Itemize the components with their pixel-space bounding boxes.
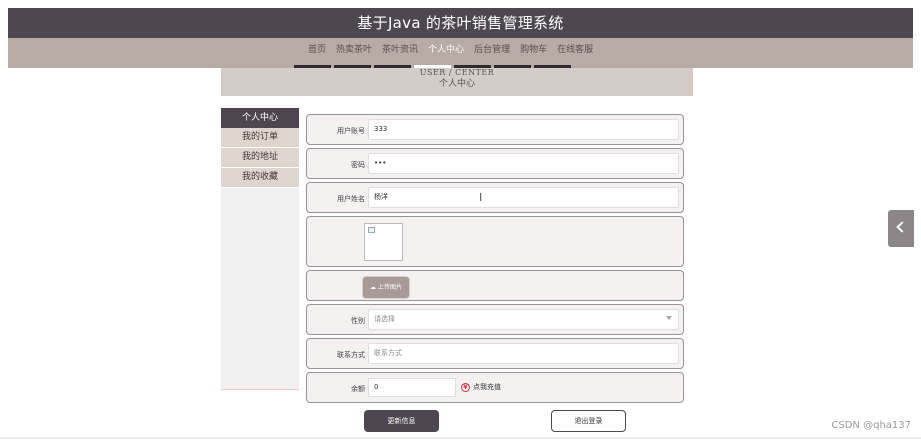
name-row: 用户姓名 杨洋 I <box>306 182 684 213</box>
name-input[interactable]: 杨洋 I <box>368 187 679 208</box>
chevron-left-icon <box>896 221 908 233</box>
chevron-down-icon <box>666 316 672 320</box>
upload-image-label: 上传图片 <box>377 284 402 291</box>
yen-icon: ¥ <box>461 382 470 392</box>
site-title: 基于Java 的茶叶销售管理系统 <box>357 14 564 32</box>
sidebar-item-user-center[interactable]: 个人中心 <box>221 108 299 128</box>
logout-button[interactable]: 退出登录 <box>551 410 626 432</box>
password-row: 密码 ••• <box>306 148 684 179</box>
account-row: 用户账号 333 <box>306 114 684 145</box>
banner-subtitle: USER / CENTER <box>419 68 495 77</box>
balance-row: 余额 0 ¥ 点我充值 <box>306 372 684 403</box>
nav-item-user-center[interactable]: 个人中心 <box>423 38 469 68</box>
password-input[interactable]: ••• <box>368 153 679 174</box>
nav-item-admin[interactable]: 后台管理 <box>469 38 515 68</box>
gender-select[interactable]: 请选择 <box>368 309 679 330</box>
sidebar-item-address[interactable]: 我的地址 <box>221 148 299 167</box>
sidebar-panel <box>221 188 299 390</box>
sidebar-item-orders[interactable]: 我的订单 <box>221 128 299 147</box>
balance-label: 余额 <box>351 385 365 393</box>
account-label: 用户账号 <box>337 127 365 135</box>
nav-item-home[interactable]: 首页 <box>303 38 331 68</box>
name-value: 杨洋 <box>374 193 388 201</box>
contact-row: 联系方式 联系方式 <box>306 338 684 369</box>
recharge-label: 点我充值 <box>473 383 501 391</box>
section-banner: USER / CENTER 个人中心 <box>221 68 693 96</box>
gender-label: 性别 <box>351 317 365 325</box>
contact-label: 联系方式 <box>337 351 365 359</box>
cloud-upload-icon: ☁ <box>370 284 377 291</box>
page: 基于Java 的茶叶销售管理系统 首页 热卖茶叶 茶叶资讯 个人中心 后台管理 … <box>0 0 921 444</box>
main-nav: 首页 热卖茶叶 茶叶资讯 个人中心 后台管理 购物车 在线客服 <box>8 38 913 68</box>
top-header: 基于Java 的茶叶销售管理系统 <box>8 8 913 38</box>
sidebar: 个人中心 我的订单 我的地址 我的收藏 <box>221 108 299 390</box>
balance-input[interactable]: 0 <box>368 378 456 397</box>
bottom-divider <box>0 437 921 439</box>
recharge-link[interactable]: ¥ 点我充值 <box>461 382 501 392</box>
banner-title: 个人中心 <box>438 79 475 89</box>
password-label: 密码 <box>351 161 365 169</box>
watermark: CSDN @qha137 <box>831 420 911 431</box>
nav-item-tea-news[interactable]: 茶叶资讯 <box>377 38 423 68</box>
side-toggle-button[interactable] <box>888 210 914 247</box>
name-label: 用户姓名 <box>337 195 365 203</box>
nav-item-hot-tea[interactable]: 热卖茶叶 <box>331 38 377 68</box>
broken-image-icon <box>368 227 375 233</box>
text-cursor-icon: I <box>479 191 483 204</box>
update-info-button[interactable]: 更新信息 <box>364 410 439 432</box>
upload-row: ☁ 上传图片 <box>306 270 684 301</box>
profile-form: 用户账号 333 密码 ••• 用户姓名 杨洋 I ☁ 上传图片 性别 请选择 … <box>306 114 684 406</box>
nav-item-cart[interactable]: 购物车 <box>515 38 552 68</box>
avatar-row <box>306 216 684 267</box>
contact-input[interactable]: 联系方式 <box>368 343 679 364</box>
nav-item-online-service[interactable]: 在线客服 <box>552 38 598 68</box>
upload-image-button[interactable]: ☁ 上传图片 <box>363 277 409 298</box>
gender-placeholder: 请选择 <box>374 315 395 323</box>
gender-row: 性别 请选择 <box>306 304 684 335</box>
avatar-image[interactable] <box>364 223 403 261</box>
account-input[interactable]: 333 <box>368 119 679 140</box>
nav-items: 首页 热卖茶叶 茶叶资讯 个人中心 后台管理 购物车 在线客服 <box>303 38 598 68</box>
sidebar-item-favorites[interactable]: 我的收藏 <box>221 168 299 187</box>
